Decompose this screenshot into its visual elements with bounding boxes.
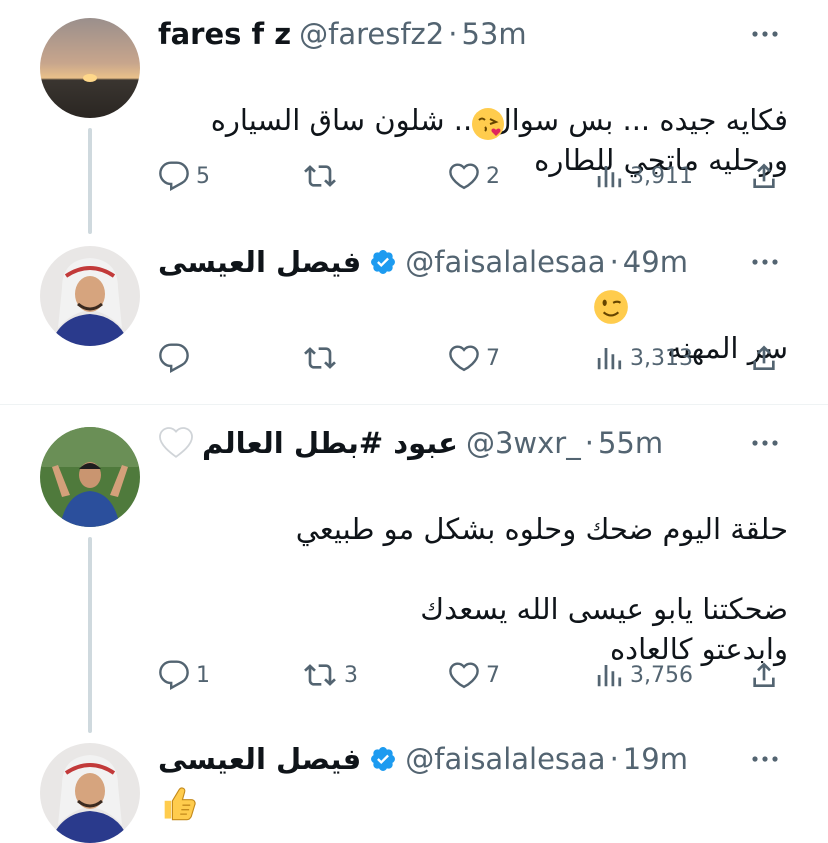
- retweet-count: 3: [344, 662, 358, 688]
- retweet-icon: [304, 165, 336, 187]
- views-button[interactable]: 3,313: [594, 340, 693, 376]
- retweet-icon: [304, 347, 336, 369]
- views-count: 3,911: [630, 163, 693, 189]
- separator-dot: ·: [584, 426, 594, 460]
- separator-dot: ·: [448, 17, 458, 51]
- verified-badge-icon: [369, 248, 397, 276]
- retweet-button[interactable]: 3: [302, 657, 358, 693]
- avatar[interactable]: [40, 18, 140, 118]
- like-count: 7: [486, 662, 500, 688]
- tweet-text: حلقة اليوم ضحك وحلوه بشكل مو طبيعي ضحكتن…: [158, 469, 788, 666]
- like-button[interactable]: 7: [448, 657, 500, 693]
- user-handle[interactable]: @3wxr_: [466, 423, 581, 463]
- tweet-header: fares f z @faresfz2 · 53m: [158, 14, 772, 54]
- verified-badge-icon: [369, 745, 397, 773]
- timestamp[interactable]: 49m: [623, 242, 688, 282]
- share-icon: [753, 345, 775, 370]
- face-blowing-kiss-emoji: [470, 106, 506, 146]
- user-handle[interactable]: @faisalalesaa: [405, 242, 605, 282]
- thumbs-up-emoji: [158, 783, 198, 827]
- profile-photo: [40, 743, 140, 843]
- heart-icon: [449, 345, 479, 372]
- action-bar: 7 3,313: [158, 340, 788, 376]
- like-button[interactable]: 7: [448, 340, 500, 376]
- more-options-icon[interactable]: [748, 242, 782, 282]
- avatar[interactable]: [40, 427, 140, 527]
- action-bar: 5 2 3,911: [158, 158, 788, 194]
- tweet-header: عبود #بطل العالم @3wxr_ · 55m: [158, 423, 772, 463]
- retweet-button[interactable]: [302, 340, 344, 376]
- timestamp[interactable]: 19m: [623, 739, 688, 779]
- heart-icon: [449, 662, 479, 689]
- tweet-text-body: حلقة اليوم ضحك وحلوه بشكل مو طبيعي ضحكتن…: [295, 512, 788, 666]
- retweet-icon: [304, 664, 336, 686]
- white-heart-icon: [158, 426, 194, 460]
- views-button[interactable]: 3,756: [594, 657, 693, 693]
- reply-count: 5: [196, 163, 210, 189]
- display-name[interactable]: عبود #بطل العالم: [202, 423, 458, 463]
- profile-photo: [40, 246, 140, 346]
- avatar[interactable]: [40, 246, 140, 346]
- tweet-4[interactable]: فيصل العيسى @faisalalesaa · 19m: [0, 735, 828, 843]
- timestamp[interactable]: 53m: [461, 14, 526, 54]
- share-button[interactable]: [748, 340, 780, 376]
- reply-button[interactable]: 5: [158, 158, 210, 194]
- tweet-header: فيصل العيسى @faisalalesaa · 19m: [158, 739, 772, 779]
- views-icon: [597, 166, 622, 188]
- reply-count: 1: [196, 662, 210, 688]
- like-count: 7: [486, 345, 500, 371]
- reply-icon: [159, 660, 189, 690]
- profile-photo: [40, 427, 140, 527]
- like-button[interactable]: 2: [448, 158, 500, 194]
- user-handle[interactable]: @faresfz2: [299, 14, 444, 54]
- views-count: 3,756: [630, 662, 693, 688]
- action-bar: 1 3 7 3,756: [158, 657, 788, 693]
- tweet-2[interactable]: فيصل العيسى @faisalalesaa · 49m سر المهن…: [0, 236, 828, 404]
- thread-line: [88, 537, 92, 733]
- more-options-icon[interactable]: [748, 14, 782, 54]
- tweet-header: فيصل العيسى @faisalalesaa · 49m: [158, 242, 772, 282]
- reply-button[interactable]: [158, 340, 196, 376]
- display-name[interactable]: fares f z: [158, 14, 291, 54]
- display-name[interactable]: فيصل العيسى: [158, 739, 361, 779]
- heart-icon: [449, 163, 479, 190]
- separator-dot: ·: [609, 742, 619, 776]
- share-button[interactable]: [748, 657, 780, 693]
- timestamp[interactable]: 55m: [598, 423, 663, 463]
- views-icon: [597, 665, 622, 687]
- more-options-icon[interactable]: [748, 423, 782, 463]
- avatar[interactable]: [40, 743, 140, 843]
- share-icon: [753, 163, 775, 188]
- user-handle[interactable]: @faisalalesaa: [405, 739, 605, 779]
- reply-button[interactable]: 1: [158, 657, 210, 693]
- thread-line: [88, 128, 92, 234]
- tweet-text: سر المهنه: [158, 288, 788, 365]
- views-count: 3,313: [630, 345, 693, 371]
- reply-icon: [159, 161, 189, 191]
- display-name[interactable]: فيصل العيسى: [158, 242, 361, 282]
- separator-dot: ·: [609, 245, 619, 279]
- share-button[interactable]: [748, 158, 780, 194]
- views-button[interactable]: 3,911: [594, 158, 693, 194]
- tweet-3[interactable]: عبود #بطل العالم @3wxr_ · 55m حلقة اليوم…: [0, 405, 828, 735]
- reply-icon: [159, 343, 189, 373]
- share-icon: [753, 662, 775, 687]
- like-count: 2: [486, 163, 500, 189]
- more-options-icon[interactable]: [748, 739, 782, 779]
- retweet-button[interactable]: [302, 158, 344, 194]
- views-icon: [597, 348, 622, 370]
- winking-face-emoji: [592, 288, 630, 330]
- sunset-photo: [40, 18, 140, 118]
